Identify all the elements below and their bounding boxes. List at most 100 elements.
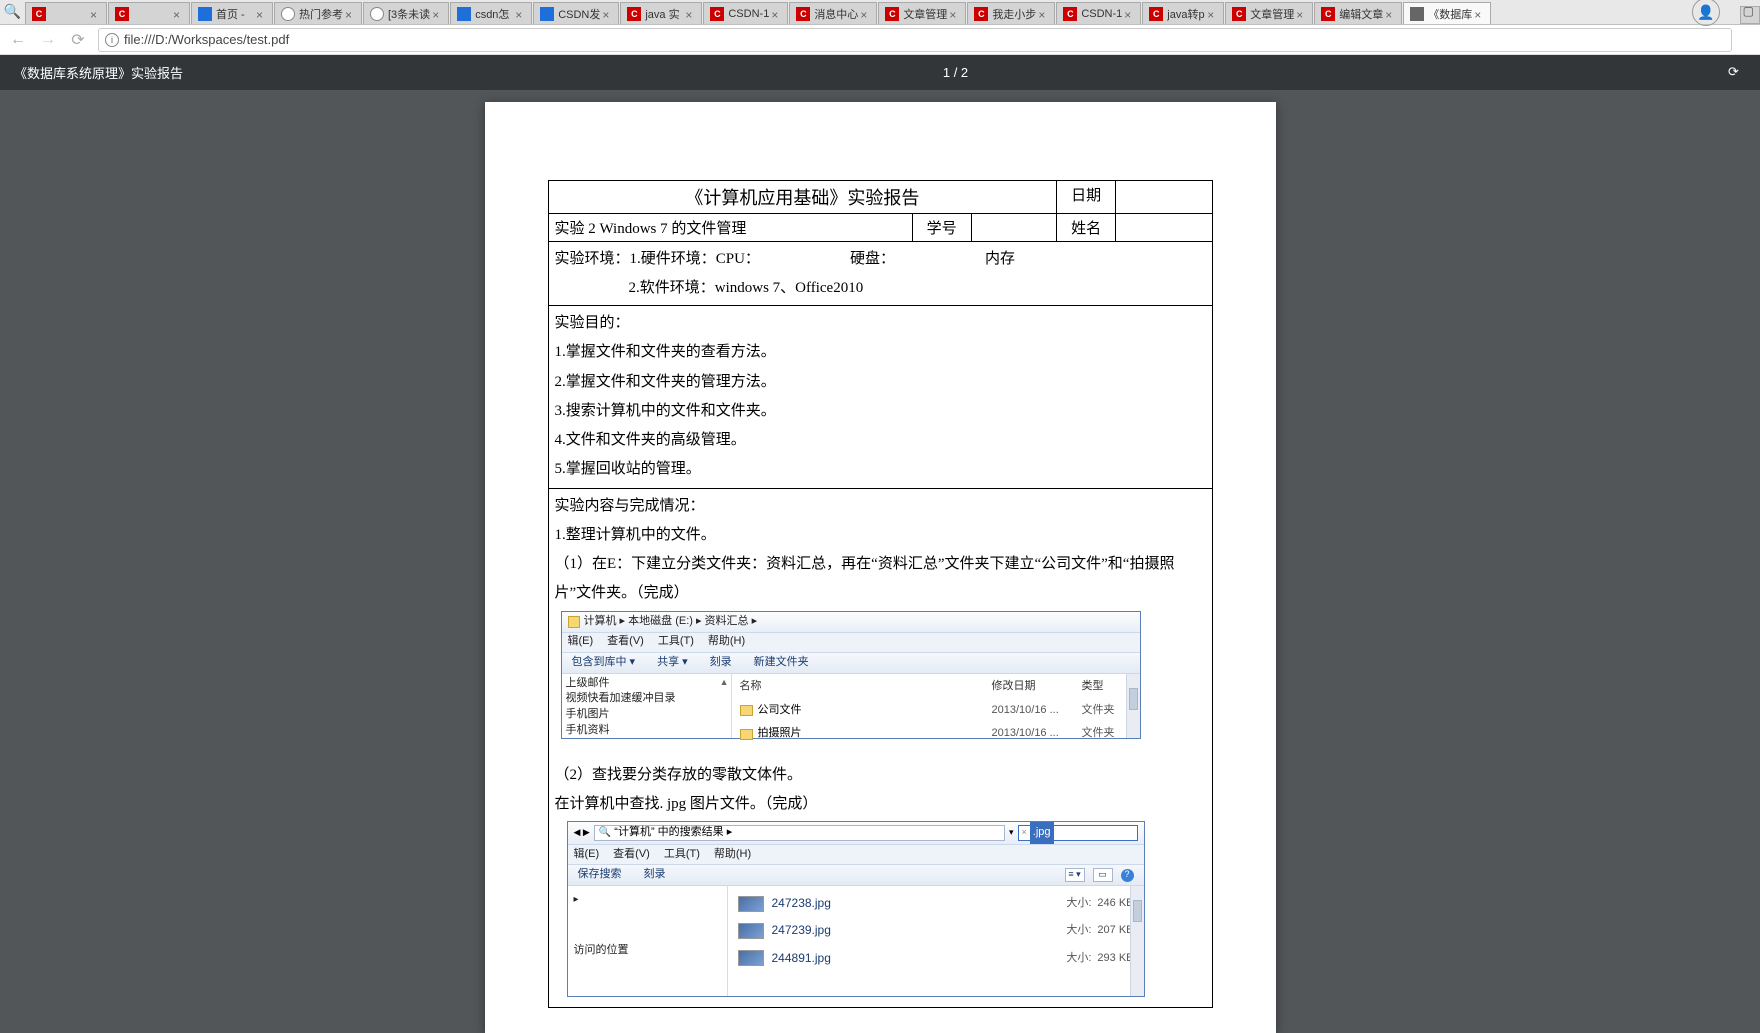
pdf-rotate-icon[interactable]: ⟳ — [1728, 64, 1746, 82]
env-disk: 硬盘： — [850, 245, 895, 274]
tab-title: 文章管理 — [1250, 6, 1294, 22]
explorer2-nav-text: 访问的位置 — [574, 940, 721, 961]
close-icon[interactable]: × — [173, 8, 185, 20]
favicon: C — [885, 7, 899, 21]
close-icon[interactable]: × — [1207, 8, 1219, 20]
favicon: C — [1232, 7, 1246, 21]
reload-button[interactable]: ⟳ — [68, 30, 88, 50]
favicon — [1410, 7, 1424, 21]
close-icon[interactable]: × — [1124, 8, 1136, 20]
goal-item: 4.文件和文件夹的高级管理。 — [555, 426, 1206, 455]
close-icon[interactable]: × — [860, 8, 872, 20]
explorer2-toolbar: 保存搜索刻录 ≡ ▾ ▭ ? — [568, 864, 1144, 886]
browser-tab[interactable]: C文章管理× — [878, 2, 966, 24]
nav-item: 手机图片 — [566, 707, 727, 723]
content-item-2a: 在计算机中查找. jpg 图片文件。（完成） — [555, 790, 1206, 819]
env-software: 2.软件环境：windows 7、Office2010 — [629, 280, 864, 296]
result-row: 247239.jpg大小: 207 KB — [728, 917, 1144, 944]
browser-tab[interactable]: CSDN发× — [533, 2, 619, 24]
search-query: .jpg — [1030, 822, 1054, 843]
browser-tab[interactable]: C 文章管理× — [1225, 2, 1313, 24]
close-icon[interactable]: × — [515, 8, 527, 20]
tab-title: CSDN发 — [558, 6, 600, 22]
menu-item: 辑(E) — [568, 631, 594, 652]
close-icon[interactable]: × — [1296, 8, 1308, 20]
menu-item: 辑(E) — [574, 844, 600, 865]
browser-tab[interactable]: C消息中心× — [789, 2, 877, 24]
browser-tab[interactable]: C我走小步× — [967, 2, 1055, 24]
explorer1-breadcrumb: 计算机 ▸ 本地磁盘 (E:) ▸ 资料汇总 ▸ — [562, 612, 1140, 632]
close-icon[interactable]: × — [1385, 8, 1397, 20]
menu-item: 工具(T) — [658, 631, 694, 652]
close-icon[interactable]: × — [602, 8, 614, 20]
browser-tab[interactable]: 热门参考× — [274, 2, 362, 24]
close-icon[interactable]: × — [345, 8, 357, 20]
address-field[interactable]: i file:///D:/Workspaces/test.pdf — [98, 28, 1732, 52]
browser-tab[interactable]: C× — [108, 2, 190, 24]
browser-tab[interactable]: CCSDN-1× — [703, 2, 788, 24]
report-table: 《计算机应用基础》实验报告 日期 实验 2 Windows 7 的文件管理 学号… — [548, 180, 1213, 1008]
thumbnail — [738, 896, 764, 912]
search-icon[interactable]: 🔍 — [0, 0, 25, 24]
file-row: 公司文件2013/10/16 ...文件夹 — [732, 699, 1140, 722]
browser-tab[interactable]: C× — [25, 2, 107, 24]
browser-tab[interactable]: Cjava 实× — [620, 2, 702, 24]
close-icon[interactable]: × — [256, 8, 268, 20]
browser-tab[interactable]: 首页 - × — [191, 2, 273, 24]
view-preview-icon: ▭ — [1093, 868, 1113, 882]
forward-button[interactable]: → — [38, 30, 58, 50]
close-icon[interactable]: × — [949, 8, 961, 20]
favicon — [198, 7, 212, 21]
browser-tab[interactable]: [3条未读× — [363, 2, 449, 24]
explorer-screenshot-1: 计算机 ▸ 本地磁盘 (E:) ▸ 资料汇总 ▸ 辑(E) 查看(V) 工具(T) 帮… — [561, 611, 1141, 739]
date-label: 日期 — [1071, 188, 1101, 204]
name-label: 姓名 — [1071, 221, 1101, 237]
toolbar-item: 刻录 — [644, 868, 666, 880]
close-icon[interactable]: × — [685, 8, 697, 20]
pdf-page-indicator: 1 / 2 — [943, 65, 968, 80]
browser-tab[interactable]: CCSDN-1× — [1056, 2, 1141, 24]
close-icon[interactable]: × — [1038, 8, 1050, 20]
explorer2-menu: 辑(E)查看(V)工具(T)帮助(H) — [568, 844, 1144, 864]
goal-item: 3.搜索计算机中的文件和文件夹。 — [555, 397, 1206, 426]
address-bar-row: ← → ⟳ i file:///D:/Workspaces/test.pdf — [0, 25, 1760, 55]
menu-item: 查看(V) — [607, 631, 644, 652]
nav-item: 手机资料 — [566, 723, 727, 739]
tab-title: [3条未读 — [388, 6, 430, 22]
menu-item: 帮助(H) — [714, 844, 751, 865]
toolbar-item: 新建文件夹 — [754, 652, 809, 673]
studentid-label: 学号 — [927, 221, 957, 237]
explorer1-toolbar: 包含到库中 ▾共享 ▾刻录新建文件夹 — [562, 652, 1140, 674]
tab-title: 《数据库 — [1428, 6, 1472, 22]
scrollbar[interactable] — [1130, 886, 1144, 996]
close-icon[interactable]: × — [432, 8, 444, 20]
close-icon[interactable]: × — [1474, 8, 1486, 20]
url-text: file:///D:/Workspaces/test.pdf — [124, 32, 289, 47]
close-icon[interactable]: × — [90, 8, 102, 20]
goals-cell: 实验目的： 1.掌握文件和文件夹的查看方法。2.掌握文件和文件夹的管理方法。3.… — [548, 306, 1212, 489]
explorer1-nav: ▲上级邮件视频快看加速缓冲目录手机图片手机资料 — [562, 674, 732, 738]
col-name: 名称 — [740, 676, 992, 697]
tab-title: 我走小步 — [992, 6, 1036, 22]
browser-tab[interactable]: csdn怎× — [450, 2, 532, 24]
pdf-document-title: 《数据库系统原理》实验报告 — [14, 63, 183, 82]
toolbar-item: 包含到库中 ▾ — [572, 652, 636, 673]
col-type: 类型 — [1082, 676, 1132, 697]
browser-tab[interactable]: Cjava转p× — [1142, 2, 1224, 24]
browser-tab[interactable]: C编辑文章× — [1314, 2, 1402, 24]
close-icon[interactable]: × — [771, 8, 783, 20]
experiment-title: 实验 2 Windows 7 的文件管理 — [555, 221, 747, 237]
explorer1-menu: 辑(E) 查看(V) 工具(T) 帮助(H) — [562, 632, 1140, 652]
goal-item: 5.掌握回收站的管理。 — [555, 455, 1206, 484]
explorer2-search: ×.jpg — [1018, 825, 1138, 841]
content-item-1: 1.整理计算机中的文件。 — [555, 521, 1206, 550]
pdf-viewport[interactable]: 《计算机应用基础》实验报告 日期 实验 2 Windows 7 的文件管理 学号… — [0, 90, 1760, 1033]
scrollbar[interactable] — [1126, 674, 1140, 738]
folder-icon — [740, 705, 753, 716]
browser-tab[interactable]: 《数据库× — [1403, 2, 1491, 24]
back-button[interactable]: ← — [8, 30, 28, 50]
site-info-icon[interactable]: i — [105, 33, 119, 47]
window-controls[interactable]: ▢ — [1743, 4, 1754, 18]
menu-item: 帮助(H) — [708, 631, 745, 652]
favicon: C — [1321, 7, 1335, 21]
